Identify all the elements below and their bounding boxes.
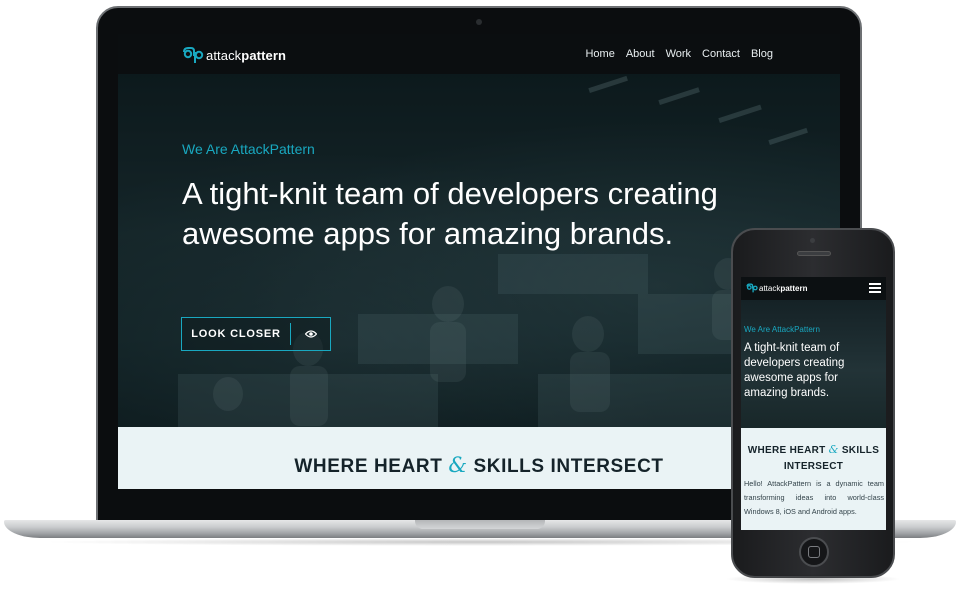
logo-text-pattern: pattern (241, 47, 287, 63)
phone-shadow (725, 574, 901, 584)
attackpattern-logo-icon (183, 47, 204, 63)
intro-ampersand: & (448, 453, 468, 477)
nav-home[interactable]: Home (585, 48, 614, 60)
phone-intro-ampersand: & (828, 443, 839, 456)
site-logo[interactable]: attackpattern (182, 45, 286, 65)
hero-eyebrow: We Are AttackPattern (182, 141, 315, 157)
site-header: attackpattern Home About Work Contact Bl… (118, 34, 840, 74)
logo-text-attack: attack (206, 47, 242, 63)
phone-logo-text-pattern: pattern (780, 283, 808, 293)
nav-contact[interactable]: Contact (702, 48, 740, 60)
nav-blog[interactable]: Blog (751, 48, 773, 60)
intro-title-part1: WHERE HEART (294, 456, 443, 477)
attackpattern-logo-icon (746, 283, 758, 293)
phone-intro-text: Hello! AttackPattern is a dynamic team t… (744, 479, 884, 516)
look-closer-button[interactable]: LOOK CLOSER (181, 317, 331, 351)
phone-screen: attackpattern We Are AttackPattern A tig… (741, 277, 886, 530)
main-nav: Home About Work Contact Blog (585, 48, 773, 60)
phone-logo-text-attack: attack (759, 283, 781, 293)
phone-header: attackpattern (741, 277, 886, 300)
hero-headline: A tight-knit team of developers creating… (182, 176, 718, 251)
nav-about[interactable]: About (626, 48, 655, 60)
phone-intro-section: WHERE HEART & SKILLS INTERSECT Hello! At… (741, 428, 886, 530)
phone-hero-section: We Are AttackPattern A tight-knit team o… (741, 300, 886, 428)
phone-intro-title-part1: WHERE HEART (747, 445, 826, 456)
phone-intro-title: WHERE HEART & SKILLS INTERSECT (745, 442, 882, 475)
intro-title-part2: SKILLS INTERSECT (473, 456, 664, 477)
eye-icon (291, 330, 330, 338)
phone-speaker (797, 251, 831, 256)
look-closer-label: LOOK CLOSER (191, 328, 281, 340)
phone-camera-icon (810, 238, 815, 243)
phone-hero-headline: A tight-knit team of developers creating… (744, 342, 845, 399)
phone-hero-eyebrow: We Are AttackPattern (744, 325, 820, 334)
nav-work[interactable]: Work (666, 48, 691, 60)
phone-site-logo[interactable]: attackpattern (746, 283, 807, 293)
home-square-icon (808, 546, 820, 558)
camera-icon (476, 19, 482, 25)
hamburger-icon[interactable] (869, 283, 881, 294)
laptop-notch (415, 520, 545, 529)
